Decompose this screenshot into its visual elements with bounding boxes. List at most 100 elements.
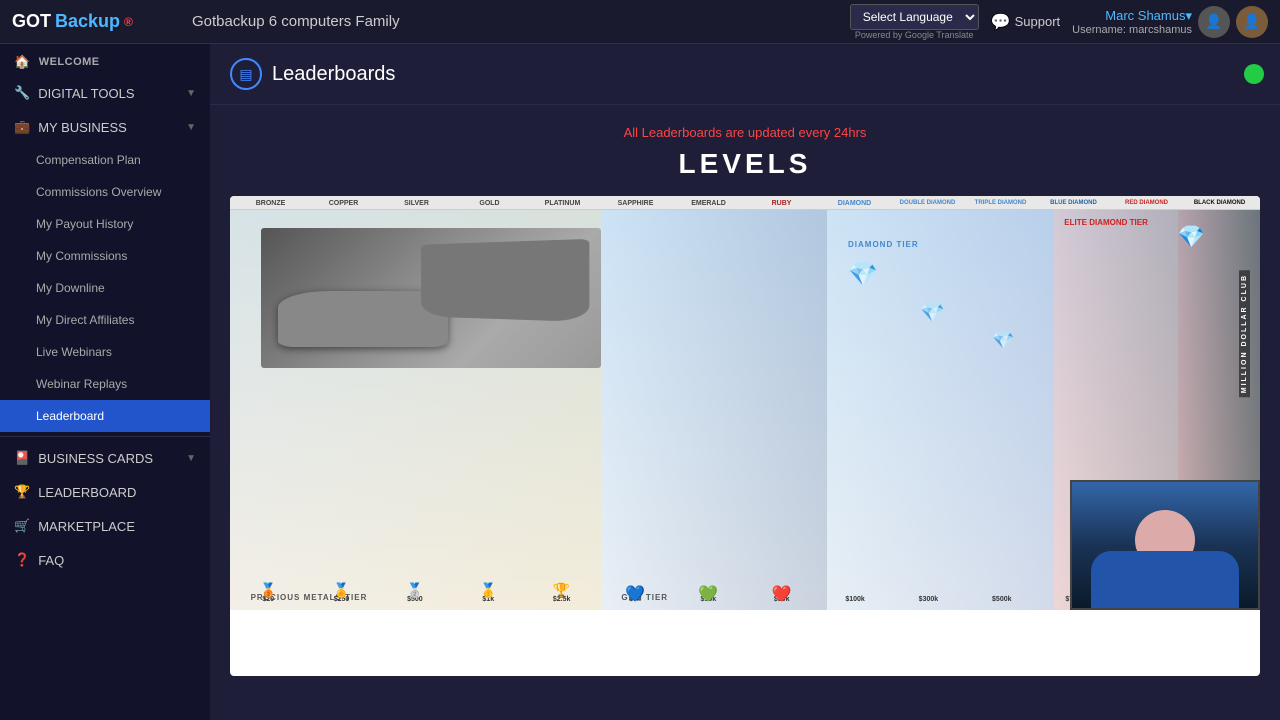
sidebar-item-business-cards[interactable]: 🎴 BUSINESS CARDS ▼ <box>0 441 210 475</box>
chart-area: PRECIOUS METALS TIER GEM TIER DIAMOND TI… <box>230 210 1260 610</box>
tier-label-double-diamond: DOUBLE DIAMOND <box>891 200 964 207</box>
webinar-replays-label: Webinar Replays <box>36 377 127 391</box>
sidebar-item-payout-history[interactable]: My Payout History <box>0 208 210 240</box>
bar-label-diamond: $100k <box>845 596 864 603</box>
content-area: ▤ Leaderboards All Leaderboards are upda… <box>210 44 1280 720</box>
leaderboard-nav-label: LEADERBOARD <box>38 485 136 500</box>
sidebar-divider-1 <box>0 436 210 437</box>
video-overlay <box>1070 480 1260 610</box>
main-layout: 🏠 WELCOME 🔧 DIGITAL TOOLS ▼ 💼 MY BUSINES… <box>0 44 1280 720</box>
marketplace-label: MARKETPLACE <box>38 519 135 534</box>
tier-label-black-diamond: BLACK DIAMOND <box>1183 200 1256 207</box>
sidebar-item-my-commissions[interactable]: My Commissions <box>0 240 210 272</box>
page-header: ▤ Leaderboards <box>210 44 1280 105</box>
faq-label: FAQ <box>38 553 64 568</box>
sidebar-item-digital-tools[interactable]: 🔧 DIGITAL TOOLS ▼ <box>0 76 210 110</box>
topbar-right: Select Language English Spanish French P… <box>850 4 1268 40</box>
sidebar: 🏠 WELCOME 🔧 DIGITAL TOOLS ▼ 💼 MY BUSINES… <box>0 44 210 720</box>
tier-label-gold: GOLD <box>453 200 526 207</box>
sidebar-item-my-business[interactable]: 💼 MY BUSINESS ▼ <box>0 110 210 144</box>
payout-history-label: My Payout History <box>36 217 133 231</box>
gem-emerald: 💚 <box>698 584 718 604</box>
page-title: Gotbackup 6 computers Family <box>192 13 850 30</box>
logo-got: GOT <box>12 11 51 32</box>
gem-ruby: ❤️ <box>772 584 792 604</box>
sidebar-item-faq[interactable]: ❓ FAQ <box>0 543 210 577</box>
tier-label-diamond: DIAMOND <box>818 200 891 207</box>
sidebar-item-webinar-replays[interactable]: Webinar Replays <box>0 368 210 400</box>
sidebar-item-my-direct-affiliates[interactable]: My Direct Affiliates <box>0 304 210 336</box>
support-icon: 💬 <box>991 12 1011 32</box>
sidebar-item-commissions-overview[interactable]: Commissions Overview <box>0 176 210 208</box>
update-notice: All Leaderboards are updated every 24hrs <box>230 125 1260 140</box>
leaderboard-icon: 🏆 <box>14 484 30 500</box>
chevron-down-icon-2: ▼ <box>186 122 196 133</box>
header-icon: ▤ <box>230 58 262 90</box>
compensation-plan-label: Compensation Plan <box>36 153 141 167</box>
tier-label-sapphire: SAPPHIRE <box>599 200 672 207</box>
sidebar-welcome-header: 🏠 WELCOME <box>0 44 210 76</box>
bar-label-double-diamond: $300k <box>919 596 938 603</box>
powered-by-label: Powered by Google Translate <box>855 30 974 40</box>
cards-icon: 🎴 <box>14 450 30 466</box>
avatar-secondary[interactable]: 👤 <box>1236 6 1268 38</box>
welcome-label: WELCOME <box>39 56 100 68</box>
tools-icon: 🔧 <box>14 85 30 101</box>
levels-title: LEVELS <box>230 148 1260 180</box>
username-link[interactable]: Marc Shamus▾ <box>1105 8 1192 24</box>
my-business-label: MY BUSINESS <box>38 120 127 135</box>
logo[interactable]: GOT Backup ® <box>12 11 172 32</box>
bar-label-triple-diamond: $500k <box>992 596 1011 603</box>
my-commissions-label: My Commissions <box>36 249 127 263</box>
tier-label-copper: COPPER <box>307 200 380 207</box>
sidebar-item-leaderboard-nav[interactable]: 🏆 LEADERBOARD <box>0 475 210 509</box>
sidebar-item-compensation-plan[interactable]: Compensation Plan <box>0 144 210 176</box>
tier-label-bronze: BRONZE <box>234 200 307 207</box>
user-info: Marc Shamus▾ Username: marcshamus 👤 👤 <box>1072 6 1268 38</box>
video-person <box>1072 482 1258 608</box>
gem-sapphire: 💙 <box>625 584 645 604</box>
faq-icon: ❓ <box>14 552 30 568</box>
support-button[interactable]: 💬 Support <box>991 12 1060 32</box>
logo-mark: ® <box>124 15 133 29</box>
business-cards-label: BUSINESS CARDS <box>38 451 153 466</box>
leaderboard-label: Leaderboard <box>36 409 104 423</box>
logo-backup: Backup <box>55 11 120 32</box>
page-header-title: Leaderboards <box>272 63 395 86</box>
support-label: Support <box>1015 14 1061 29</box>
tier-label-emerald: EMERALD <box>672 200 745 207</box>
business-icon: 💼 <box>14 119 30 135</box>
sidebar-item-my-downline[interactable]: My Downline <box>0 272 210 304</box>
leaderboard-content: All Leaderboards are updated every 24hrs… <box>210 105 1280 696</box>
home-icon: 🏠 <box>14 54 31 70</box>
tier-label-platinum: PLATINUM <box>526 200 599 207</box>
language-select[interactable]: Select Language English Spanish French <box>850 4 979 30</box>
status-dot <box>1244 64 1264 84</box>
medal-silver: 🥈 <box>406 582 423 599</box>
tier-label-blue-diamond: BLUE DIAMOND <box>1037 200 1110 207</box>
digital-tools-label: DIGITAL TOOLS <box>38 86 134 101</box>
tier-labels-row: BRONZE COPPER SILVER GOLD PLATINUM SAPPH… <box>230 196 1260 210</box>
medal-gold: 🥇 <box>480 582 497 599</box>
topbar: GOT Backup ® Gotbackup 6 computers Famil… <box>0 0 1280 44</box>
chevron-down-icon-3: ▼ <box>186 453 196 464</box>
medal-copper: 🏅 <box>333 582 350 599</box>
medal-platinum: 🏆 <box>553 582 570 599</box>
my-direct-affiliates-label: My Direct Affiliates <box>36 313 134 327</box>
leaderboard-header-icon: ▤ <box>239 66 252 83</box>
tier-label-silver: SILVER <box>380 200 453 207</box>
avatar-primary[interactable]: 👤 <box>1198 6 1230 38</box>
tier-label-triple-diamond: TRIPLE DIAMOND <box>964 200 1037 207</box>
my-downline-label: My Downline <box>36 281 105 295</box>
medal-bronze: 🥉 <box>259 582 276 599</box>
sidebar-item-live-webinars[interactable]: Live Webinars <box>0 336 210 368</box>
tier-label-ruby: RUBY <box>745 200 818 207</box>
sidebar-item-marketplace[interactable]: 🛒 MARKETPLACE <box>0 509 210 543</box>
commissions-overview-label: Commissions Overview <box>36 185 161 199</box>
tier-label-red-diamond: RED DIAMOND <box>1110 200 1183 207</box>
chevron-down-icon: ▼ <box>186 88 196 99</box>
username-sub: Username: marcshamus <box>1072 24 1192 36</box>
sidebar-item-leaderboard[interactable]: Leaderboard <box>0 400 210 432</box>
marketplace-icon: 🛒 <box>14 518 30 534</box>
chart-container: BRONZE COPPER SILVER GOLD PLATINUM SAPPH… <box>230 196 1260 676</box>
